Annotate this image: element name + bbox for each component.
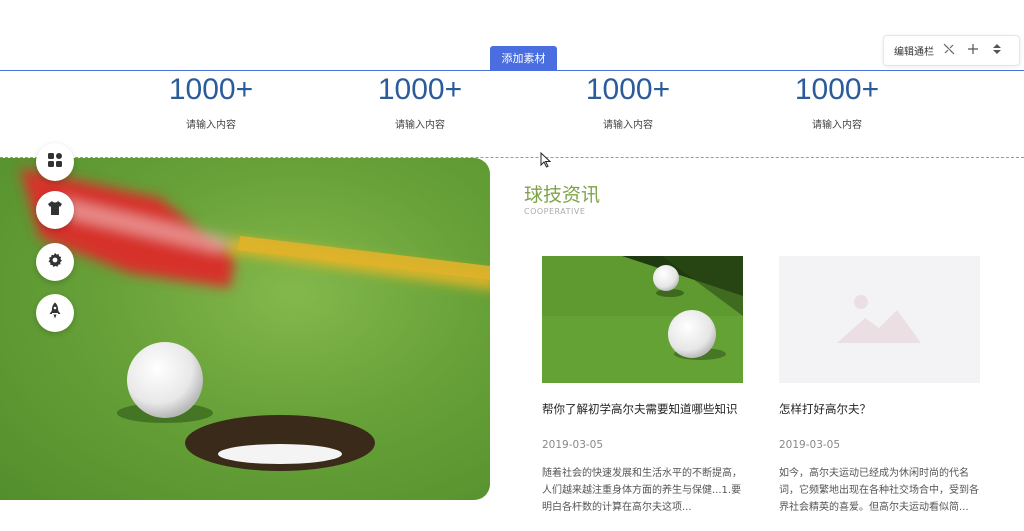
news-summary: 如今，高尔夫运动已经成为休闲时尚的代名词，它频繁地出现在各种社交场合中，受到各界… (779, 468, 979, 513)
section-toolbar: 编辑通栏 (883, 35, 1020, 66)
stat-label[interactable]: 请输入内容 (548, 116, 708, 131)
stat-number: 1000+ (585, 73, 671, 106)
edit-section-button[interactable]: 编辑通栏 (894, 43, 934, 58)
stat-item: 1000+ 请输入内容 (340, 72, 500, 131)
section-subtitle[interactable]: COOPERATIVE (524, 207, 585, 216)
theme-menu-button[interactable] (36, 191, 74, 229)
news-card[interactable]: 帮你了解初学高尔夫需要知道哪些知识 2019-03-05 随着社会的快速发展和生… (542, 256, 743, 516)
add-material-button[interactable]: 添加素材 (490, 46, 557, 71)
grid-menu-button[interactable] (36, 143, 74, 181)
stat-item: 1000+ 请输入内容 (548, 72, 708, 131)
news-date: 2019-03-05 (779, 439, 841, 451)
grid-icon (47, 152, 63, 172)
news-thumbnail-placeholder[interactable] (779, 256, 980, 383)
unlink-icon[interactable] (940, 43, 958, 59)
stat-label[interactable]: 请输入内容 (131, 116, 291, 131)
stat-label[interactable]: 请输入内容 (340, 116, 500, 131)
news-card[interactable]: 怎样打好高尔夫？ 2019-03-05 如今，高尔夫运动已经成为休闲时尚的代名词… (779, 256, 980, 516)
image-placeholder-icon (837, 295, 921, 343)
settings-menu-button[interactable] (36, 243, 74, 281)
stat-label[interactable]: 请输入内容 (757, 116, 917, 131)
stat-number: 1000+ (168, 73, 254, 106)
news-date: 2019-03-05 (542, 439, 604, 451)
news-summary: 随着社会的快速发展和生活水平的不断提高，人们越来越注重身体方面的养生与保健...… (542, 468, 742, 513)
news-title[interactable]: 帮你了解初学高尔夫需要知道哪些知识 (542, 401, 743, 435)
mouse-cursor-icon (540, 152, 552, 168)
gear-icon (47, 252, 63, 272)
plus-icon[interactable] (964, 43, 982, 59)
rocket-icon (47, 302, 63, 324)
shirt-icon (47, 200, 63, 220)
stat-item: 1000+ 请输入内容 (131, 72, 291, 131)
news-title[interactable]: 怎样打好高尔夫？ (779, 401, 980, 435)
stat-item: 1000+ 请输入内容 (757, 72, 917, 131)
section-title[interactable]: 球技资讯 (524, 180, 600, 207)
stat-number: 1000+ (377, 73, 463, 106)
publish-menu-button[interactable] (36, 294, 74, 332)
stat-number: 1000+ (794, 73, 880, 106)
sort-icon[interactable] (988, 43, 1006, 59)
news-thumbnail[interactable] (542, 256, 743, 383)
